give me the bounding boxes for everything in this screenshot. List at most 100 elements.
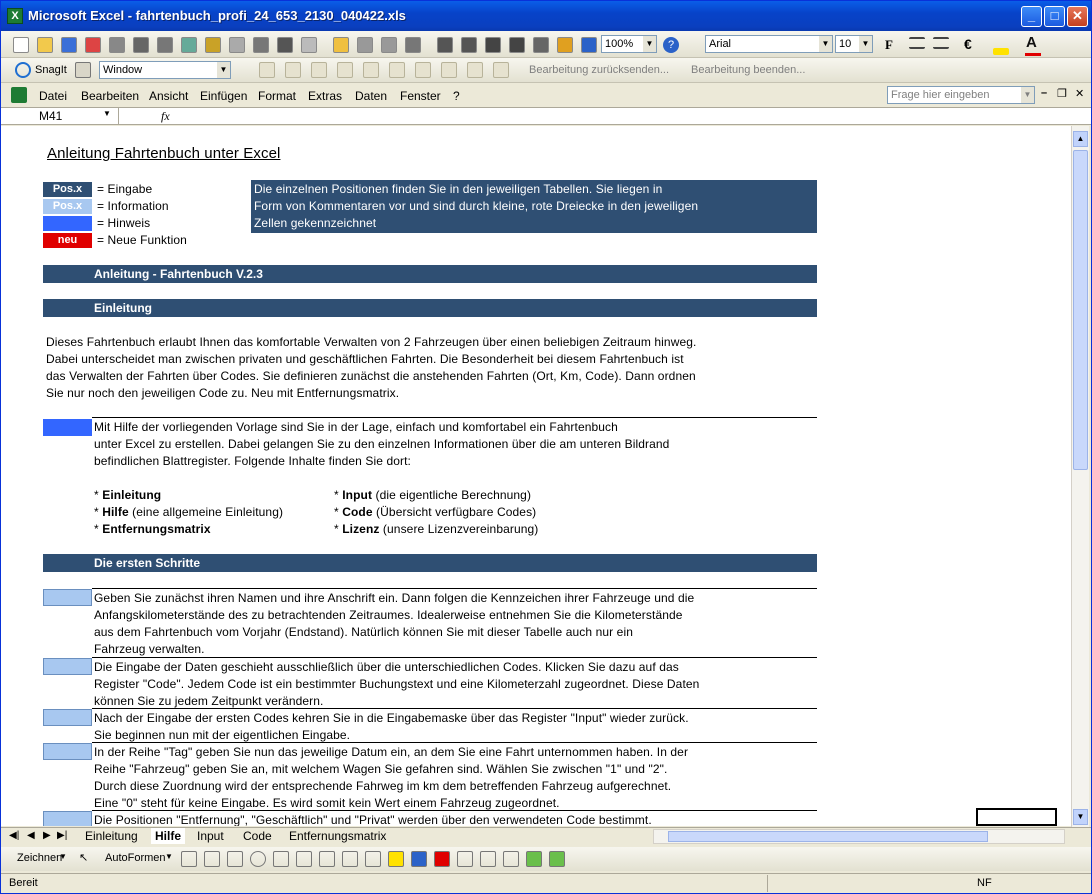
scroll-thumb[interactable]	[1073, 150, 1088, 470]
draw-menu[interactable]: Zeichnen	[17, 852, 62, 864]
sheet-tab[interactable]: Einleitung	[81, 828, 142, 844]
formula-input[interactable]	[177, 108, 1091, 124]
track-icon[interactable]	[311, 62, 327, 78]
bold-button[interactable]: F	[885, 37, 893, 53]
sheet-tab[interactable]: Entfernungsmatrix	[285, 828, 390, 844]
vertical-scrollbar[interactable]: ▲ ▼	[1071, 126, 1089, 827]
fill-color-icon[interactable]	[993, 48, 1009, 55]
map-icon[interactable]	[533, 37, 549, 53]
copy-icon[interactable]	[253, 37, 269, 53]
excel-app-icon[interactable]: X	[7, 8, 23, 24]
3d-icon[interactable]	[549, 851, 565, 867]
autoshapes-menu[interactable]: AutoFormen	[105, 852, 166, 864]
oval-icon[interactable]	[250, 851, 266, 867]
research-icon[interactable]	[205, 37, 221, 53]
email-icon[interactable]	[109, 37, 125, 53]
zoom-combo[interactable]: 100% ▼	[601, 35, 657, 53]
horizontal-scrollbar[interactable]	[653, 829, 1065, 844]
print-icon[interactable]	[133, 37, 149, 53]
tab-nav-next-icon[interactable]: ▶	[43, 830, 51, 841]
sheet-tab[interactable]: Hilfe	[151, 828, 186, 844]
window-combo[interactable]: Window ▼	[99, 61, 231, 79]
undo-icon[interactable]	[333, 37, 349, 53]
font-size-combo[interactable]: 10 ▼	[835, 35, 873, 53]
workbook-icon[interactable]	[11, 87, 27, 103]
preview-icon[interactable]	[157, 37, 173, 53]
review-reply-button[interactable]: Bearbeitung zurücksenden...	[529, 64, 669, 76]
font-color-icon[interactable]	[434, 851, 450, 867]
sheet-tab[interactable]: Input	[193, 828, 228, 844]
cut-icon[interactable]	[229, 37, 245, 53]
dash-style-icon[interactable]	[480, 851, 496, 867]
line-icon[interactable]	[181, 851, 197, 867]
menu-item[interactable]: Bearbeiten	[81, 89, 139, 103]
font-combo[interactable]: Arial ▼	[705, 35, 833, 53]
format-painter-icon[interactable]	[301, 37, 317, 53]
textbox-icon[interactable]	[273, 851, 289, 867]
menu-item[interactable]: Einfügen	[200, 89, 247, 103]
close-button[interactable]: ✕	[1067, 6, 1088, 27]
align-left-icon[interactable]	[909, 37, 925, 49]
help-question-input[interactable]: Frage hier eingeben ▼	[887, 86, 1035, 104]
redo-icon[interactable]	[357, 37, 373, 53]
help-icon[interactable]: ?	[663, 37, 679, 53]
ink-icon[interactable]	[415, 62, 431, 78]
menu-item[interactable]: ?	[453, 89, 460, 103]
diagram-icon[interactable]	[319, 851, 335, 867]
align-center-icon[interactable]	[933, 37, 949, 49]
snagit-icon[interactable]	[15, 62, 31, 78]
arrow-icon[interactable]	[204, 851, 220, 867]
shadow-icon[interactable]	[526, 851, 542, 867]
menu-item[interactable]: Fenster	[400, 89, 441, 103]
doc-minimize-button[interactable]: –	[1041, 87, 1047, 99]
doc-close-button[interactable]: ✕	[1075, 87, 1084, 100]
minimize-button[interactable]: _	[1021, 6, 1042, 27]
font-color-icon[interactable]: A	[1026, 34, 1037, 51]
name-box[interactable]: M41 ▼	[1, 108, 119, 124]
picture-icon[interactable]	[365, 851, 381, 867]
new-icon[interactable]	[13, 37, 29, 53]
sum-icon[interactable]	[557, 37, 573, 53]
hide-icon[interactable]	[441, 62, 457, 78]
paste-icon[interactable]	[277, 37, 293, 53]
clipart-icon[interactable]	[342, 851, 358, 867]
rectangle-icon[interactable]	[227, 851, 243, 867]
scroll-up-icon[interactable]: ▲	[1073, 131, 1088, 147]
spelling-icon[interactable]	[181, 37, 197, 53]
tab-nav-prev-icon[interactable]: ◀	[27, 830, 35, 841]
comment-icon[interactable]	[337, 62, 353, 78]
doc-restore-button[interactable]: ❐	[1057, 87, 1067, 100]
save-icon[interactable]	[61, 37, 77, 53]
sort-desc-icon[interactable]	[461, 37, 477, 53]
tab-nav-last-icon[interactable]: ▶|	[57, 830, 67, 841]
menu-item[interactable]: Extras	[308, 89, 342, 103]
review-icon[interactable]	[493, 62, 509, 78]
select-pointer-icon[interactable]: ↖	[79, 851, 88, 864]
arrow-style-icon[interactable]	[503, 851, 519, 867]
reply-icon[interactable]	[285, 62, 301, 78]
chart-icon[interactable]	[485, 37, 501, 53]
menu-item[interactable]: Ansicht	[149, 89, 188, 103]
menu-item[interactable]: Daten	[355, 89, 387, 103]
grid-icon[interactable]	[581, 37, 597, 53]
wordart-icon[interactable]	[296, 851, 312, 867]
snagit-label[interactable]: SnagIt	[35, 64, 67, 76]
hscroll-thumb[interactable]	[668, 831, 988, 842]
menu-item[interactable]: Format	[258, 89, 296, 103]
maximize-button[interactable]: □	[1044, 6, 1065, 27]
review-end-button[interactable]: Bearbeitung beenden...	[691, 64, 805, 76]
hyperlink-icon[interactable]	[381, 37, 397, 53]
permission-icon[interactable]	[85, 37, 101, 53]
edit-comment-icon[interactable]	[363, 62, 379, 78]
drawing-icon[interactable]	[509, 37, 525, 53]
fx-icon[interactable]: fx	[161, 109, 170, 124]
delete-comment-icon[interactable]	[389, 62, 405, 78]
scroll-down-icon[interactable]: ▼	[1073, 809, 1088, 825]
worksheet-area[interactable]: Anleitung Fahrtenbuch unter Excel Pos.x =…	[1, 126, 1071, 826]
line-style-icon[interactable]	[457, 851, 473, 867]
menu-item[interactable]: Datei	[39, 89, 67, 103]
sheet-tab[interactable]: Code	[239, 828, 276, 844]
show-icon[interactable]	[467, 62, 483, 78]
line-color-icon[interactable]	[411, 851, 427, 867]
send-icon[interactable]	[259, 62, 275, 78]
